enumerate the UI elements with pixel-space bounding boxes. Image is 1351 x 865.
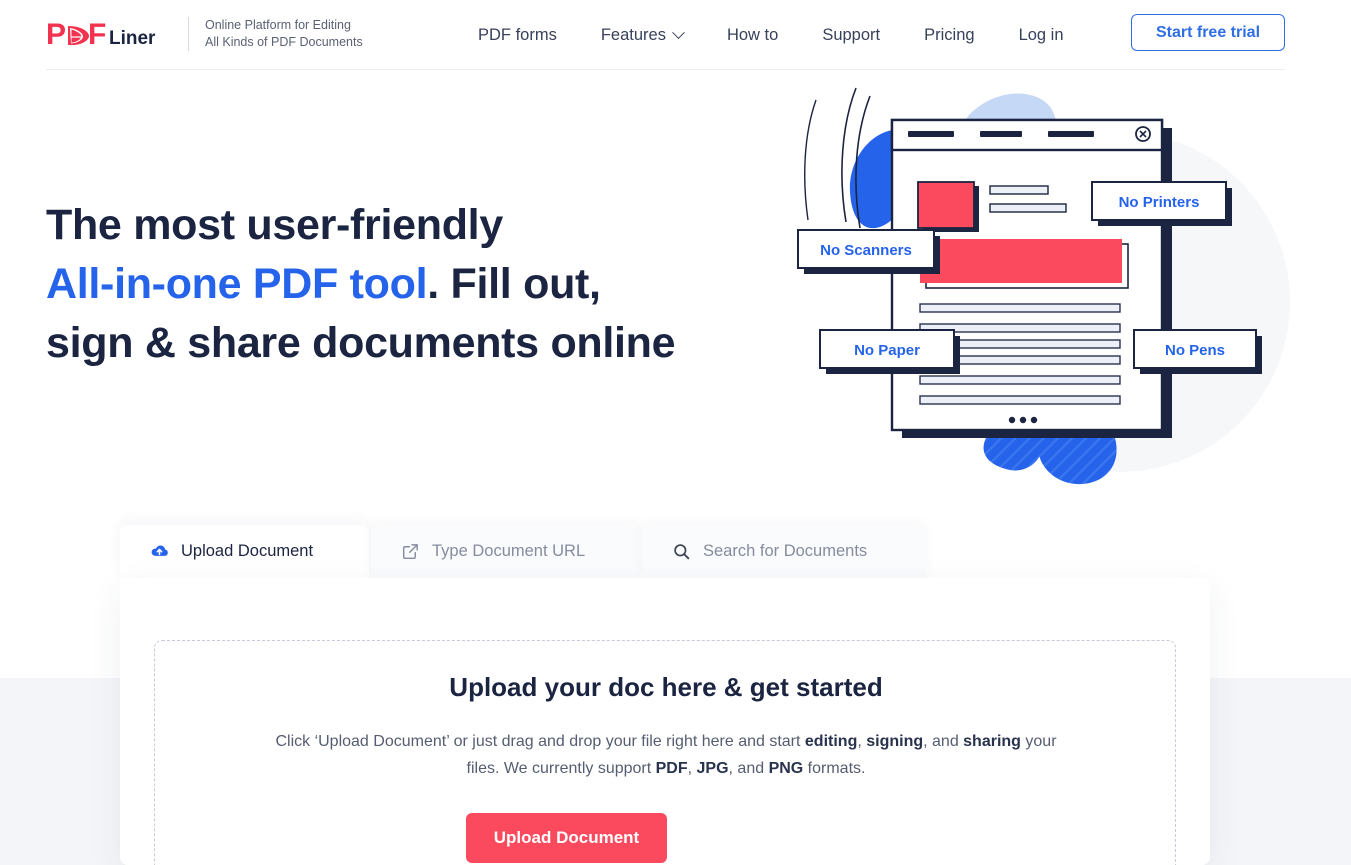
dz-text-5: , (687, 760, 697, 777)
hero-illustration-svg: No Scanners No Printers No Paper No Pens (797, 87, 1290, 485)
hero-line-3: sign & share documents online (46, 319, 676, 367)
logo-tagline-line1: Online Platform for Editing (205, 18, 351, 32)
red-block-1 (917, 181, 975, 229)
hero-line-2-rest: . Fill out, (427, 260, 601, 308)
doc-line-5 (919, 375, 1121, 385)
upload-card: Upload Document Type Document URL Search… (120, 525, 1210, 865)
upload-card-body: Upload your doc here & get started Click… (120, 578, 1210, 865)
svg-text:P: P (46, 18, 66, 50)
main-navigation: PDF forms Features How to Support Pricin… (478, 0, 1064, 70)
field-line-2 (989, 203, 1067, 213)
tab-label: Type Document URL (432, 542, 586, 560)
tab-search-for-documents[interactable]: Search for Documents (642, 525, 926, 578)
upload-document-button[interactable]: Upload Document (466, 813, 667, 863)
dz-bold-png: PNG (768, 760, 804, 777)
doc-line-6 (919, 395, 1121, 405)
dz-bold-jpg: JPG (696, 760, 729, 777)
logo[interactable]: P F Liner Online Platform for Editing Al… (46, 12, 363, 56)
cloud-upload-icon (151, 545, 168, 556)
upload-tabs: Upload Document Type Document URL Search… (120, 525, 926, 578)
start-free-trial-button[interactable]: Start free trial (1131, 14, 1285, 51)
nav-item-label: Support (822, 25, 881, 44)
field-line-1 (989, 185, 1049, 195)
tab-label: Search for Documents (703, 542, 868, 560)
nav-item-support[interactable]: Support (822, 26, 880, 45)
logo-tagline-line2: All Kinds of PDF Documents (205, 35, 363, 49)
logo-divider (188, 17, 189, 51)
pdfliner-logo-icon: P F Liner (46, 18, 156, 50)
file-dropzone[interactable]: Upload your doc here & get started Click… (154, 640, 1176, 865)
external-link-icon (402, 544, 418, 560)
dz-bold-signing: signing (866, 733, 924, 750)
hero-line-2-highlight: All-in-one PDF tool (46, 260, 428, 308)
ellipsis-dot-3 (1030, 416, 1038, 424)
hero-illustration: No Scanners No Printers No Paper No Pens (790, 82, 1300, 512)
dz-bold-editing: editing (804, 733, 858, 750)
titlebar-bar-2 (980, 131, 1022, 137)
dz-text-6: , and (728, 760, 769, 777)
dz-text-3: , and (923, 733, 964, 750)
red-banner (920, 239, 1122, 283)
badge-no-scanners: No Scanners (797, 229, 940, 274)
nav-item-label: Features (600, 25, 666, 44)
badge-no-pens: No Pens (1133, 329, 1262, 374)
badge-no-printers: No Printers (1091, 181, 1232, 226)
dropzone-description: Click ‘Upload Document’ or just drag and… (265, 728, 1067, 782)
doc-line-1 (919, 303, 1121, 313)
badge-label: No Printers (1119, 194, 1200, 211)
dz-text-7: formats. (803, 760, 866, 777)
svg-text:Liner: Liner (109, 28, 156, 49)
titlebar-bar-1 (908, 131, 954, 137)
titlebar-bar-3 (1048, 131, 1094, 137)
logo-tagline: Online Platform for Editing All Kinds of… (205, 17, 363, 51)
svg-text:F: F (88, 18, 106, 50)
page-root: P F Liner Online Platform for Editing Al… (0, 0, 1351, 865)
hero-line-1: The most user-friendly (46, 201, 503, 249)
badge-no-paper: No Paper (819, 329, 960, 374)
site-header: P F Liner Online Platform for Editing Al… (0, 0, 1351, 70)
tab-label: Upload Document (181, 542, 314, 560)
dz-bold-pdf: PDF (655, 760, 688, 777)
dz-bold-sharing: sharing (963, 733, 1021, 750)
ellipsis-dot-1 (1008, 416, 1016, 424)
badge-label: No Scanners (820, 242, 912, 259)
chevron-down-icon (672, 25, 685, 39)
nav-item-how-to[interactable]: How to (727, 26, 778, 45)
badge-label: No Pens (1165, 342, 1225, 359)
nav-item-pricing[interactable]: Pricing (924, 26, 974, 45)
accent-line-3 (804, 99, 817, 221)
nav-item-label: How to (726, 25, 779, 44)
nav-item-label: Pricing (924, 25, 975, 44)
tab-type-document-url[interactable]: Type Document URL (371, 525, 640, 578)
dropzone-title: Upload your doc here & get started (449, 672, 883, 702)
dz-text-2: , (857, 733, 867, 750)
search-icon (674, 544, 690, 560)
nav-item-label: PDF forms (478, 25, 557, 44)
nav-item-pdf-forms[interactable]: PDF forms (478, 26, 557, 45)
header-divider (46, 69, 1285, 70)
page-title: The most user-friendly All-in-one PDF to… (46, 196, 766, 373)
nav-item-label: Log in (1018, 25, 1064, 44)
badge-label: No Paper (854, 342, 920, 359)
tab-upload-document[interactable]: Upload Document (120, 525, 369, 578)
ellipsis-dot-2 (1019, 416, 1027, 424)
nav-item-features[interactable]: Features (600, 25, 685, 45)
nav-item-log-in[interactable]: Log in (1019, 26, 1064, 45)
dz-text-1: Click ‘Upload Document’ or just drag and… (275, 733, 805, 750)
